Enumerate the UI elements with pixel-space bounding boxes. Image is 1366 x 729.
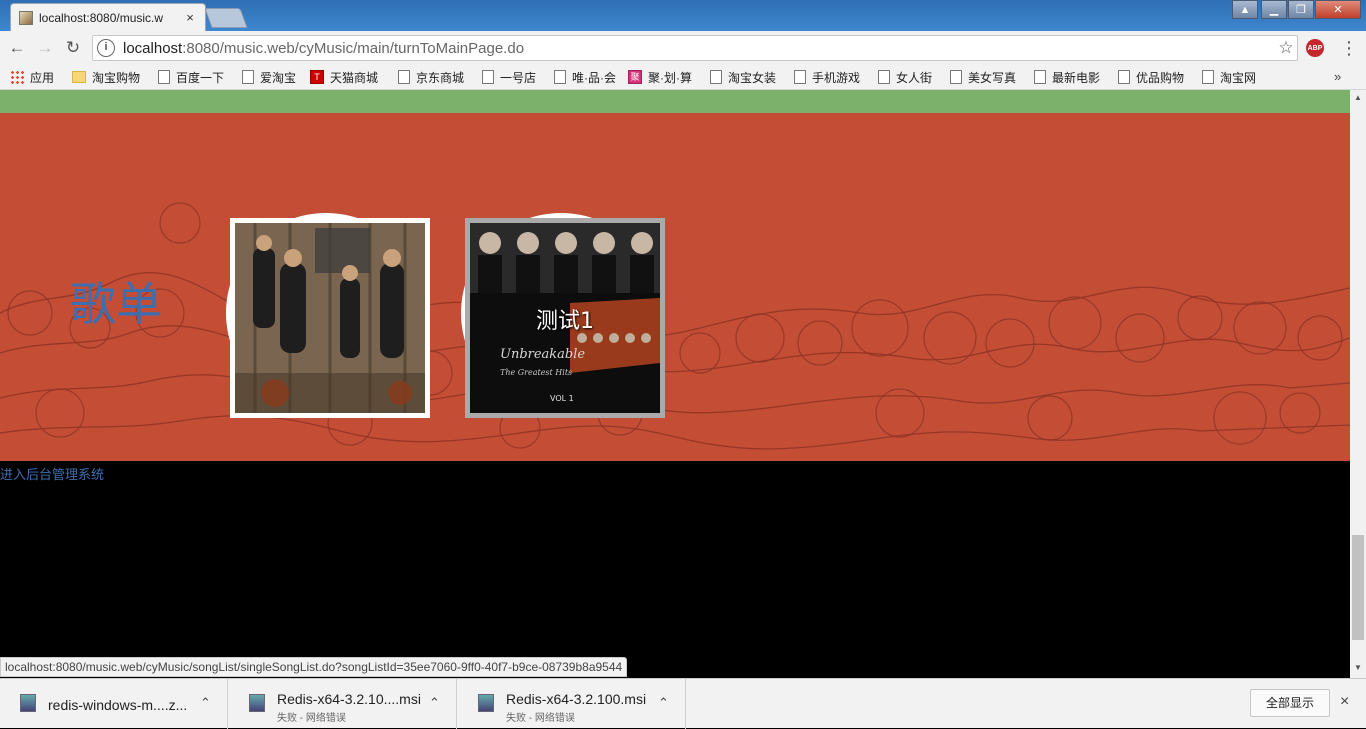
playlist-cover-image [235,223,425,413]
page-icon [242,70,254,84]
page-icon [482,70,494,84]
bookmark-aitaobao[interactable]: 爱淘宝 [242,68,296,86]
url-text[interactable]: localhost:8080/music.web/cyMusic/main/tu… [123,40,1275,57]
download-item[interactable]: Redis-x64-3.2.100.msi 失败 - 网络错误 ⌃ [458,679,686,729]
bookmark-yhd[interactable]: 一号店 [482,68,536,86]
maximize-button[interactable]: ❐ [1288,0,1314,19]
bookmark-tmall[interactable]: T 天猫商城 [310,68,378,86]
browser-toolbar: ← → ↻ i localhost:8080/music.web/cyMusic… [0,31,1366,64]
address-bar[interactable]: i localhost:8080/music.web/cyMusic/main/… [92,35,1298,61]
tmall-icon: T [310,70,324,84]
page-icon [794,70,806,84]
page-content: 歌单 Unbreakable The Greatest Hits VOL 1 测… [0,90,1350,678]
scrollbar-thumb[interactable] [1352,535,1364,640]
bookmark-movies[interactable]: 最新电影 [1034,68,1100,86]
svg-text:Unbreakable: Unbreakable [500,347,585,362]
reload-button[interactable]: ↻ [62,37,84,59]
admin-system-link[interactable]: 进入后台管理系统 [0,464,104,483]
close-window-button[interactable]: ✕ [1315,0,1361,19]
download-status: 失败 - 网络错误 [506,713,575,724]
info-icon[interactable]: i [97,39,115,57]
chevron-up-icon[interactable]: ⌃ [200,695,211,711]
forward-button[interactable]: → [34,37,56,59]
bookmark-baidu[interactable]: 百度一下 [158,68,224,86]
back-button[interactable]: ← [6,37,28,59]
bookmark-jd[interactable]: 京东商城 [398,68,464,86]
bookmarks-bar: 应用 淘宝购物 百度一下 爱淘宝 T 天猫商城 京东商城 一号店 唯·品·会 聚聚… [0,64,1366,90]
downloads-shelf: redis-windows-m....z... ⌃ Redis-x64-3.2.… [0,678,1366,729]
bookmark-youpin[interactable]: 优品购物 [1118,68,1184,86]
title-bar: localhost:8080/music.w × ▲ ▁ ❐ ✕ [0,0,1366,31]
juhuasuan-icon: 聚 [628,70,642,84]
bookmark-women-street[interactable]: 女人街 [878,68,932,86]
download-filename: Redis-x64-3.2.100.msi [506,691,647,707]
playlist-label: 测试1 [536,309,594,334]
section-title: 歌单 [70,277,162,331]
playlist-section: 歌单 Unbreakable The Greatest Hits VOL 1 测… [0,113,1350,461]
new-tab-button[interactable] [204,8,248,28]
show-all-downloads-button[interactable]: 全部显示 [1250,689,1330,717]
playlist-card[interactable] [230,218,430,418]
installer-icon [478,694,494,712]
page-icon [1118,70,1130,84]
bookmark-juhuasuan[interactable]: 聚聚·划·算 [628,68,692,86]
menu-icon[interactable]: ⋮ [1340,38,1358,58]
page-scrollbar[interactable]: ▲ ▼ [1350,90,1366,678]
page-icon [950,70,962,84]
scroll-down-icon[interactable]: ▼ [1350,660,1366,676]
archive-icon [20,694,36,712]
bookmark-star-icon[interactable]: ☆ [1275,38,1297,58]
bookmark-mobile-games[interactable]: 手机游戏 [794,68,860,86]
page-icon [710,70,722,84]
page-icon [1202,70,1214,84]
crowd-background-illustration [0,202,1350,450]
bookmarks-more-icon[interactable]: » [1334,69,1341,84]
svg-text:The Greatest Hits: The Greatest Hits [500,368,572,377]
tab-title: localhost:8080/music.w [39,10,164,25]
apps-icon [10,70,24,84]
installer-icon [249,694,265,712]
page-icon [878,70,890,84]
chevron-up-icon[interactable]: ⌃ [429,695,440,711]
favicon-icon [19,10,33,25]
bookmark-photos[interactable]: 美女写真 [950,68,1016,86]
browser-tab[interactable]: localhost:8080/music.w × [10,3,206,31]
download-status: 失败 - 网络错误 [277,713,346,724]
minimize-button[interactable]: ▁ [1261,0,1287,19]
bookmark-taobao[interactable]: 淘宝网 [1202,68,1256,86]
download-item[interactable]: Redis-x64-3.2.10....msi 失败 - 网络错误 ⌃ [229,679,457,729]
bookmark-apps[interactable]: 应用 [10,68,54,86]
playlist-card[interactable]: Unbreakable The Greatest Hits VOL 1 测试1 [465,218,665,418]
download-item[interactable]: redis-windows-m....z... ⌃ [0,679,228,729]
folder-icon [72,71,86,83]
download-filename: redis-windows-m....z... [48,697,188,713]
scroll-up-icon[interactable]: ▲ [1350,90,1366,106]
page-icon [1034,70,1046,84]
page-icon [158,70,170,84]
tab-close-icon[interactable]: × [183,10,197,25]
adblock-icon[interactable]: ABP [1306,39,1324,57]
page-icon [398,70,410,84]
user-icon[interactable]: ▲ [1232,0,1258,19]
bookmark-taobao-shopping[interactable]: 淘宝购物 [72,68,140,86]
bookmark-taobao-women[interactable]: 淘宝女装 [710,68,776,86]
bookmark-vip[interactable]: 唯·品·会 [554,68,616,86]
page-icon [554,70,566,84]
browser-window: localhost:8080/music.w × ▲ ▁ ❐ ✕ ← → ↻ i… [0,0,1366,729]
link-status-bar: localhost:8080/music.web/cyMusic/songLis… [0,657,628,677]
chevron-up-icon[interactable]: ⌃ [658,695,669,711]
svg-text:VOL 1: VOL 1 [550,394,574,403]
download-filename: Redis-x64-3.2.10....msi [277,691,421,707]
top-nav-bar [0,90,1350,113]
close-downloads-icon[interactable]: × [1340,693,1349,711]
